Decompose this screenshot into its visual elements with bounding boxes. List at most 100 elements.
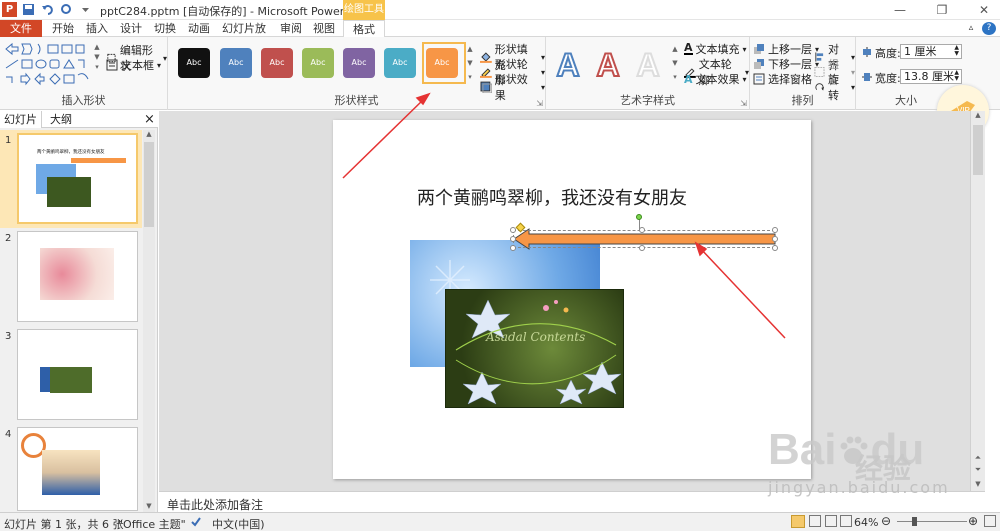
tab-slides[interactable]: 幻灯片 (0, 111, 42, 128)
resize-handle-tr[interactable] (772, 227, 778, 233)
slide-thumbnail-1[interactable]: 两个黄鹂鸣翠柳，我还没有女朋友 (17, 133, 138, 224)
close-panel-icon[interactable]: × (140, 111, 159, 128)
zoom-level[interactable]: 64% (854, 516, 878, 529)
theme-name[interactable]: "Office 主题" (118, 516, 186, 531)
tab-insert[interactable]: 插入 (82, 20, 112, 37)
slide-thumbnail-3[interactable] (17, 329, 138, 420)
scroll-thumb[interactable] (144, 142, 154, 227)
customize-qat-icon[interactable] (78, 2, 93, 17)
slide-thumbnail-2[interactable] (17, 231, 138, 322)
editor-scroll-down-icon[interactable]: ▼ (971, 480, 985, 488)
zoom-slider[interactable] (897, 521, 967, 522)
text-fill-icon: A (684, 41, 693, 55)
undo-icon[interactable] (40, 2, 55, 17)
shape-style-swatch-3[interactable]: Abc (261, 48, 293, 78)
slide-sorter-icon[interactable] (809, 515, 821, 527)
insert-shapes-group: ▲ ▼ ▾ 编辑形状 ▾ 文本框 ▾ 插入形状 (0, 37, 168, 110)
wordart-sample-3[interactable]: A (631, 46, 665, 84)
shape-style-swatch-6[interactable]: Abc (384, 48, 416, 78)
fit-to-window-icon[interactable] (984, 515, 996, 527)
spell-check-icon[interactable] (190, 516, 202, 528)
tab-animations[interactable]: 动画 (184, 20, 214, 37)
shape-style-swatch-4[interactable]: Abc (302, 48, 334, 78)
normal-view-icon[interactable] (791, 515, 805, 528)
text-box-label: 文本框 (121, 59, 154, 72)
zoom-in-icon[interactable]: ⊕ (968, 514, 978, 528)
send-backward-button[interactable]: 下移一层 ▾ (753, 56, 819, 72)
text-effects-button[interactable]: A 文本效果 ▾ (684, 71, 747, 87)
thumb-1-image-flower (47, 177, 91, 207)
resize-handle-mr[interactable] (772, 236, 778, 242)
tab-format[interactable]: 格式 (343, 20, 385, 38)
scroll-up-icon[interactable]: ▲ (143, 130, 155, 138)
redo-icon[interactable] (59, 2, 74, 17)
reading-view-icon[interactable] (825, 515, 837, 527)
flower-image[interactable]: Asadal Contents (445, 289, 624, 408)
wordart-scroll[interactable]: ▲ ▼ ▾ (670, 42, 680, 84)
editor-scroll-up-icon[interactable]: ▲ (971, 111, 985, 119)
powerpoint-app-icon[interactable]: P (2, 2, 17, 17)
width-input[interactable]: 13.8 厘米 ▲ ▼ (900, 69, 962, 84)
slide-thumbnail-4[interactable] (17, 427, 138, 511)
tab-slideshow[interactable]: 幻灯片放映 (218, 20, 270, 52)
wordart-styles-group: AAA ▲ ▼ ▾ A 文本填充 ▾ 文本轮廓 ▾ A 文本效果 ▾ 艺术字样式 ⇲ (546, 37, 750, 110)
close-icon[interactable]: ✕ (974, 2, 994, 18)
language[interactable]: 中文(中国) (212, 516, 265, 531)
resize-handle-tm[interactable] (639, 227, 645, 233)
tab-review[interactable]: 审阅 (278, 20, 304, 37)
editor-scrollbar[interactable]: ▲ ⏶ ⏷ ▼ (970, 111, 985, 491)
width-label: 宽度: (875, 72, 901, 85)
resize-handle-bm[interactable] (639, 245, 645, 251)
bring-forward-button[interactable]: 上移一层 ▾ (753, 41, 819, 57)
title-bar: P pptC284.pptm [自动保存的] - Microsoft Power… (0, 0, 1000, 20)
slides-panel-tabs: 幻灯片 大纲 × (0, 111, 158, 128)
shape-style-swatch-2[interactable]: Abc (220, 48, 252, 78)
shape-style-swatch-1[interactable]: Abc (178, 48, 210, 78)
wordart-dialog-launcher[interactable]: ⇲ (740, 99, 747, 108)
scroll-down-icon[interactable]: ▼ (143, 502, 155, 510)
shapes-gallery-scroll[interactable]: ▲ ▼ ▾ (92, 42, 102, 72)
save-icon[interactable] (21, 2, 36, 17)
resize-handle-bl[interactable] (510, 245, 516, 251)
tab-design[interactable]: 设计 (116, 20, 146, 37)
shape-style-swatch-5[interactable]: Abc (343, 48, 375, 78)
resize-handle-br[interactable] (772, 245, 778, 251)
slides-panel-scrollbar[interactable]: ▲ ▼ (143, 130, 155, 512)
tab-view[interactable]: 视图 (310, 20, 338, 37)
collapse-ribbon-icon[interactable]: ▵ (964, 20, 978, 37)
tab-home[interactable]: 开始 (48, 20, 78, 37)
editor-scroll-thumb[interactable] (973, 125, 983, 175)
text-effects-icon: A (684, 72, 693, 86)
text-box-button[interactable]: 文本框 ▾ (106, 57, 161, 73)
slide-title[interactable]: 两个黄鹂鸣翠柳，我还没有女朋友 (417, 184, 687, 210)
next-slide-icon[interactable]: ⏷ (971, 465, 985, 475)
wordart-sample-1[interactable]: A (551, 46, 585, 84)
shape-style-scroll[interactable]: ▲ ▼ ▾ (465, 42, 475, 84)
shape-styles-dialog-launcher[interactable]: ⇲ (536, 99, 543, 108)
height-input[interactable]: 1 厘米 ▲ ▼ (900, 44, 962, 59)
selection-pane-button[interactable]: 选择窗格 (753, 71, 812, 87)
wordart-sample-2[interactable]: A (591, 46, 625, 84)
notes-placeholder[interactable]: 单击此处添加备注 (167, 496, 263, 513)
shapes-gallery[interactable] (4, 41, 99, 91)
minimize-icon[interactable]: — (890, 2, 910, 18)
quick-access-toolbar: P (2, 2, 93, 17)
zoom-out-icon[interactable]: ⊖ (881, 514, 891, 528)
tab-transitions[interactable]: 切换 (150, 20, 180, 37)
bring-forward-icon (754, 44, 764, 54)
tab-outline[interactable]: 大纲 (46, 111, 76, 128)
drawing-tools-context-label: 绘图工具 (343, 0, 385, 20)
tab-file[interactable]: 文件 (0, 20, 42, 37)
arrange-label: 排列 (791, 94, 814, 107)
slideshow-icon[interactable] (840, 515, 852, 527)
restore-icon[interactable]: ❐ (932, 2, 952, 18)
text-fill-button[interactable]: A 文本填充 ▾ (684, 41, 747, 57)
previous-slide-icon[interactable]: ⏶ (971, 453, 985, 463)
rotation-handle[interactable] (636, 214, 642, 220)
resize-handle-ml[interactable] (510, 236, 516, 242)
slides-panel: 幻灯片 大纲 × 1 两个黄鹂鸣翠柳，我还没有女朋友 2 3 4 ▲ ▼ (0, 111, 158, 512)
help-icon[interactable]: ? (982, 22, 996, 35)
current-slide[interactable]: 两个黄鹂鸣翠柳，我还没有女朋友 Asadal Contents (333, 120, 811, 479)
selection-pane-label: 选择窗格 (768, 73, 812, 86)
zoom-slider-thumb[interactable] (912, 517, 917, 526)
